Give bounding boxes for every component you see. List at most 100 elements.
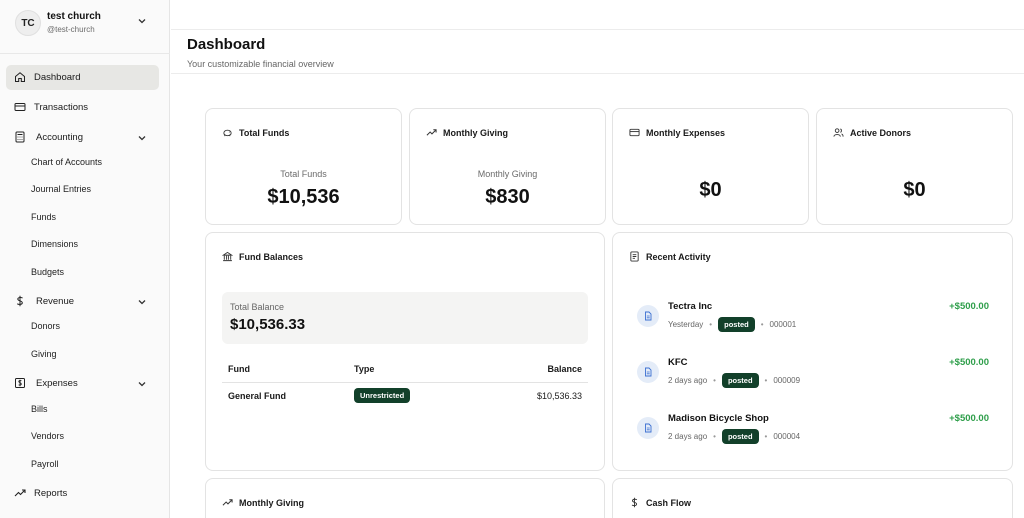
calculator-icon [15,131,25,143]
avatar: TC [15,10,41,36]
sidebar-item-chart-of-accounts[interactable]: Chart of Accounts [31,157,102,167]
org-handle: @test-church [47,25,95,34]
fund-type-cell: Unrestricted [354,388,411,403]
chevron-down-icon[interactable] [137,16,147,26]
status-badge: Unrestricted [354,388,411,403]
file-icon [637,305,659,327]
activity-ref: 000001 [769,320,797,329]
monthly-expenses-card: Monthly Expenses $0 [612,108,809,225]
stat-label: Total Funds [280,169,327,179]
column-header-balance: Balance [547,364,582,374]
stat-value: $10,536 [267,186,340,208]
sidebar-item-vendors[interactable]: Vendors [31,431,64,441]
sidebar-item-label: Accounting [36,132,84,143]
trending-up-icon [222,499,233,506]
list-item[interactable]: Tectra Inc Yesterday • posted • 000001 +$5… [637,301,989,341]
sidebar-item-dimensions[interactable]: Dimensions [31,239,78,249]
total-balance-box: Total Balance $10,536.33 [222,292,588,344]
dollar-icon [16,295,23,307]
fund-balances-card: Fund Balances Total Balance $10,536.33 F… [205,232,605,471]
sidebar-item-label: Dashboard [34,72,81,83]
sidebar-item-bills[interactable]: Bills [31,404,48,414]
activity-ref: 000009 [773,376,801,385]
sidebar-item-dashboard[interactable]: Dashboard [6,65,159,90]
activity-time: Yesterday [668,320,704,329]
sidebar-item-revenue[interactable]: Revenue [6,289,159,314]
activity-meta: 2 days ago • posted • 000004 [668,429,800,444]
sidebar-item-payroll[interactable]: Payroll [31,459,59,469]
activity-name: KFC [668,357,688,368]
list-item[interactable]: Madison Bicycle Shop 2 days ago • posted •… [637,413,989,453]
chevron-down-icon[interactable] [137,297,147,307]
sidebar-item-giving[interactable]: Giving [31,349,57,359]
activity-name: Tectra Inc [668,301,713,312]
chevron-down-icon[interactable] [137,379,147,389]
top-bar [171,0,1024,30]
status-badge: posted [721,373,759,388]
sidebar-item-donors[interactable]: Donors [31,321,60,331]
card-title: Monthly Giving [239,497,304,508]
fund-name: General Fund [228,391,287,401]
activity-meta: 2 days ago • posted • 000009 [668,373,800,388]
chevron-down-icon[interactable] [137,133,147,143]
org-name: test church [47,11,101,22]
activity-ref: 000004 [773,432,801,441]
trending-up-icon [426,129,437,136]
stat-label: Monthly Giving [477,169,538,179]
monthly-giving-chart-card: Monthly Giving [205,478,605,518]
sidebar-item-label: Transactions [34,102,89,113]
sidebar-item-transactions[interactable]: Transactions [6,95,159,120]
document-icon [630,251,639,262]
activity-time: 2 days ago [668,376,708,385]
total-balance-value: $10,536.33 [230,316,306,333]
page-subtitle: Your customizable financial overview [187,59,334,69]
file-icon [637,361,659,383]
users-icon [833,128,844,137]
sidebar-item-expenses[interactable]: Expenses [6,371,159,396]
sidebar-item-label: Expenses [36,378,78,389]
sidebar-item-reports[interactable]: Reports [6,481,159,506]
card-title: Active Donors [850,127,912,138]
receipt-icon [15,378,25,388]
activity-amount: +$500.00 [949,357,989,368]
card-title: Recent Activity [646,251,711,262]
stat-value: $830 [485,186,530,208]
trending-up-icon [14,489,26,497]
stat-value: $0 [903,179,926,201]
list-item[interactable]: KFC 2 days ago • posted • 000009 +$500.00 [637,357,989,397]
sidebar-item-budgets[interactable]: Budgets [31,267,64,277]
building-icon [222,251,233,262]
home-icon [15,72,25,82]
sidebar-item-label: Reports [34,488,68,499]
page-title: Dashboard [187,36,266,53]
activity-name: Madison Bicycle Shop [668,413,769,424]
credit-card-icon [14,103,26,111]
card-title: Total Funds [239,127,290,138]
sidebar-item-journal-entries[interactable]: Journal Entries [31,184,91,194]
credit-card-icon [629,128,640,137]
activity-meta: Yesterday • posted • 000001 [668,317,796,332]
column-header-fund: Fund [228,364,250,374]
sidebar-item-accounting[interactable]: Accounting [6,125,159,150]
dollar-icon [631,497,638,508]
fund-balance: $10,536.33 [536,391,582,401]
sidebar: TC test church @test-church Dashboard Tr… [0,0,170,518]
table-divider [222,382,588,383]
stat-value: $0 [699,179,722,201]
active-donors-card: Active Donors $0 [816,108,1013,225]
card-title: Monthly Expenses [646,127,726,138]
column-header-type: Type [354,364,375,374]
recent-activity-card: Recent Activity Tectra Inc Yesterday • po… [612,232,1013,471]
org-switcher[interactable]: TC test church @test-church [0,0,170,54]
card-title: Monthly Giving [443,127,508,138]
card-title: Cash Flow [646,497,692,508]
total-funds-card: Total Funds Total Funds $10,536 [205,108,402,225]
activity-amount: +$500.00 [949,301,989,312]
activity-amount: +$500.00 [949,413,989,424]
page-header: Dashboard Your customizable financial ov… [171,30,1024,74]
cash-flow-card: Cash Flow [612,478,1013,518]
card-title: Fund Balances [239,251,304,262]
sidebar-item-funds[interactable]: Funds [31,212,56,222]
total-balance-label: Total Balance [230,302,285,312]
piggy-bank-icon [223,129,232,137]
